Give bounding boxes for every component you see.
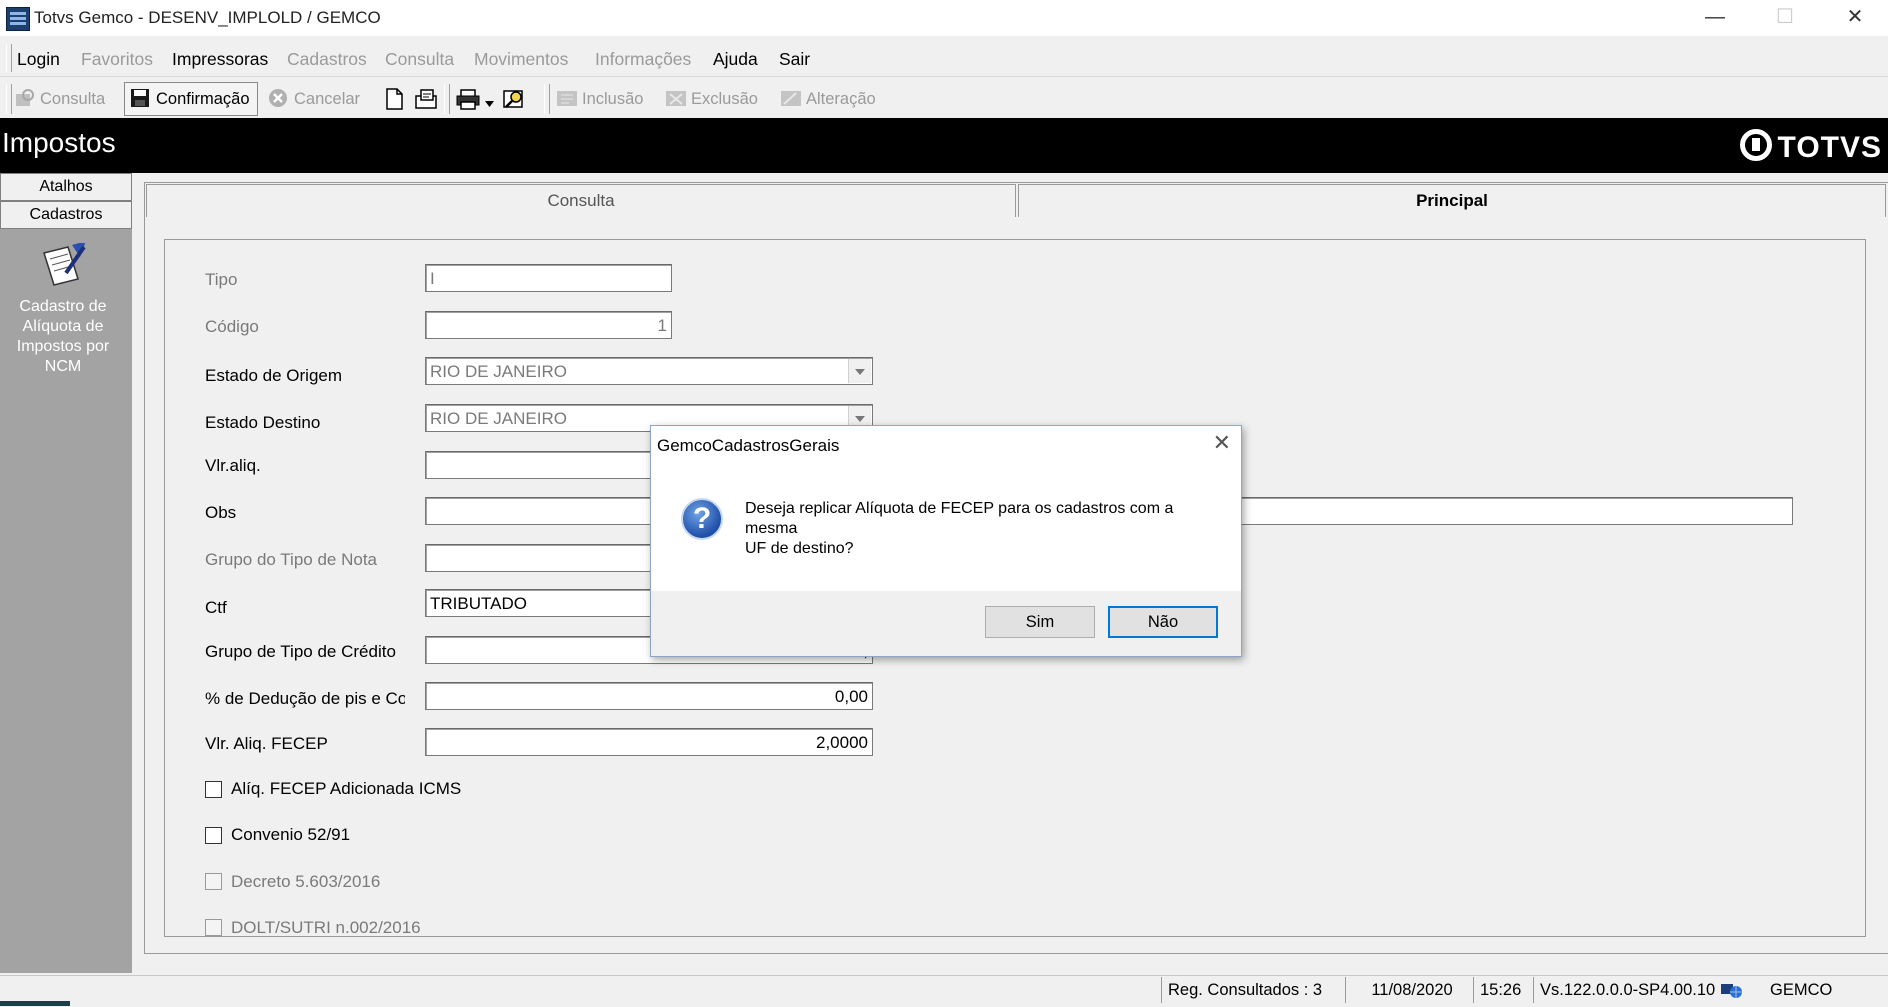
exclusao-button[interactable]: Exclusão [665, 84, 758, 114]
tipo-field[interactable]: I [425, 264, 672, 292]
menu-consulta[interactable]: Consulta [385, 49, 454, 70]
toolbar-separator [444, 84, 450, 114]
menu-bar [0, 40, 1888, 77]
estado-destino-label: Estado Destino [205, 413, 321, 432]
grupo-tipo-credito-label: Grupo de Tipo de Crédito [205, 642, 396, 661]
ctf-label: Ctf [205, 598, 227, 617]
printer-icon[interactable] [455, 88, 481, 115]
consulta-button[interactable]: Consulta [14, 84, 105, 114]
inclusao-button[interactable]: Inclusão [556, 84, 643, 114]
cancel-icon [268, 88, 290, 108]
deducao-pis-cofins-label: % de Dedução de pis e Cofi [205, 689, 405, 708]
totvs-logo-icon [1739, 129, 1772, 161]
dolt-sutri-label: DOLT/SUTRI n.002/2016 [231, 918, 421, 937]
preview-icon[interactable] [502, 87, 528, 116]
codigo-field[interactable]: 1 [425, 311, 672, 339]
tab-consulta[interactable]: Consulta [146, 184, 1016, 217]
codigo-label: Código [205, 317, 259, 336]
printer-dropdown-icon[interactable] [485, 93, 495, 113]
module-title: Impostos [2, 127, 116, 158]
fecep-icms-checkbox[interactable] [205, 781, 222, 798]
menu-favoritos[interactable]: Favoritos [81, 49, 153, 70]
sidebar-tab-cadastros[interactable]: Cadastros [0, 201, 132, 229]
cancelar-button[interactable]: Cancelar [268, 84, 360, 114]
status-version: Vs.122.0.0.0-SP4.00.10 [1533, 977, 1718, 1003]
obs-label: Obs [205, 503, 237, 522]
open-document-icon[interactable] [414, 88, 440, 115]
toolbar-separator-2 [544, 84, 550, 114]
sidebar-tab-atalhos[interactable]: Atalhos [0, 173, 132, 201]
new-document-icon[interactable] [385, 88, 405, 115]
question-icon: ? [681, 498, 723, 540]
consulta-icon [14, 88, 36, 108]
inclusao-icon [556, 88, 578, 108]
menu-ajuda[interactable]: Ajuda [713, 49, 758, 70]
tipo-label: Tipo [205, 270, 238, 289]
fecep-icms-label: Alíq. FECEP Adicionada ICMS [231, 779, 462, 798]
fecep-field[interactable]: 2,0000 [425, 728, 873, 756]
network-icon [1720, 980, 1744, 1007]
status-user: GEMCO [1770, 981, 1833, 999]
toolbar-grip[interactable] [6, 84, 12, 114]
menu-login[interactable]: Login [17, 49, 60, 70]
confirmacao-button[interactable]: Confirmação [130, 84, 250, 114]
estado-origem-label: Estado de Origem [205, 366, 343, 385]
menu-impressoras[interactable]: Impressoras [172, 49, 268, 70]
module-header: Impostos TOTVS [0, 118, 1888, 173]
menu-cadastros[interactable]: Cadastros [287, 49, 367, 70]
decreto-label: Decreto 5.603/2016 [231, 872, 381, 891]
app-icon [6, 7, 30, 31]
convenio-checkbox[interactable] [205, 827, 222, 844]
vlr-aliq-label: Vlr.aliq. [205, 456, 261, 475]
grupo-tipo-nota-label: Grupo do Tipo de Nota [205, 550, 378, 569]
nao-button[interactable]: Não [1108, 606, 1218, 638]
alteracao-icon [780, 88, 802, 108]
maximize-button[interactable]: ☐ [1756, 0, 1814, 34]
menu-grip[interactable] [6, 44, 12, 72]
alteracao-button[interactable]: Alteração [780, 84, 876, 114]
menu-sair[interactable]: Sair [779, 49, 810, 70]
decreto-checkbox[interactable] [205, 873, 222, 890]
dialog-title: GemcoCadastrosGerais [657, 436, 840, 455]
convenio-label: Convenio 52/91 [231, 825, 351, 844]
menu-informacoes[interactable]: Informações [595, 49, 691, 70]
deducao-pis-cofins-field[interactable]: 0,00 [425, 682, 873, 710]
sidebar-item-cadastro-aliquota[interactable]: Cadastro de Alíquota de Impostos por NCM [8, 297, 118, 377]
minimize-button[interactable]: — [1686, 0, 1744, 34]
fecep-label: Vlr. Aliq. FECEP [205, 734, 328, 753]
status-date: 11/08/2020 [1345, 977, 1472, 1003]
title-bar: Totvs Gemco - DESENV_IMPLOLD / GEMCO — ☐… [0, 0, 1888, 36]
taskbar-edge [0, 1001, 70, 1006]
menu-movimentos[interactable]: Movimentos [474, 49, 568, 70]
window-title: Totvs Gemco - DESENV_IMPLOLD / GEMCO [34, 8, 381, 27]
status-reg-consultados: Reg. Consultados : 3 [1161, 977, 1332, 1003]
dialog-message: Deseja replicar Alíquota de FECEP para o… [745, 500, 1174, 557]
sim-button[interactable]: Sim [985, 606, 1095, 638]
save-icon [130, 88, 152, 108]
totvs-logo: TOTVS [1739, 129, 1882, 165]
confirm-dialog: GemcoCadastrosGerais ✕ ? Deseja replicar… [650, 425, 1242, 657]
close-button[interactable]: ✕ [1826, 0, 1884, 34]
chevron-down-icon[interactable] [848, 359, 871, 383]
exclusao-icon [665, 88, 687, 108]
status-time: 15:26 [1473, 977, 1530, 1003]
dialog-close-icon[interactable]: ✕ [1213, 430, 1231, 456]
cadastro-document-icon[interactable] [38, 241, 90, 296]
tab-principal[interactable]: Principal [1018, 184, 1886, 217]
dolt-sutri-checkbox[interactable] [205, 919, 222, 936]
estado-origem-select[interactable]: RIO DE JANEIRO [425, 357, 873, 385]
